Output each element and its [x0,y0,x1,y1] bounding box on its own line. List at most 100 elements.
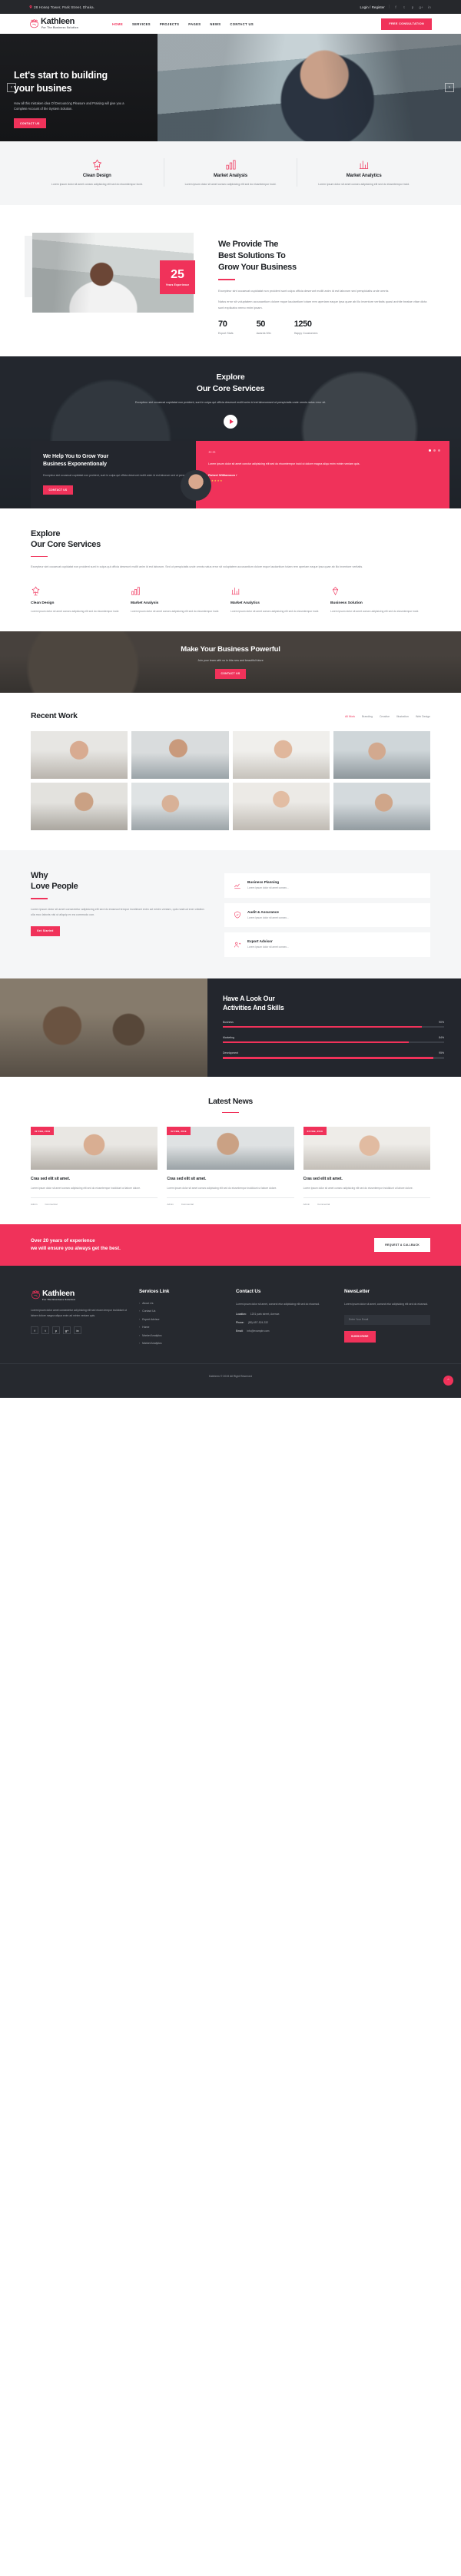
footer-logo[interactable]: Kathleen For The Business Solution [31,1289,127,1302]
video-title: Explore Our Core Services [0,372,461,393]
topbar-right: Login / Register | f t p g+ in [360,5,433,9]
service-card[interactable]: Market Analysis Lorem ipsum dolor sit am… [164,158,298,187]
facebook-icon[interactable]: f [31,1326,38,1335]
footer-newsletter-column: NewsLetter Lorem ipsum dolor sit amet, c… [344,1289,430,1346]
work-item[interactable] [31,730,128,779]
play-icon[interactable] [224,414,237,429]
testimonial-dots[interactable] [429,449,440,452]
title-underline [222,1111,239,1114]
testimonial-right-panel: ““ Lorem ipsum dolor sit amet conctur ad… [181,440,449,509]
login-register-link[interactable]: Login / Register [360,5,385,9]
skill-fill [223,1041,409,1044]
footer-columns: Kathleen For The Business Solution Lorem… [31,1289,430,1346]
core-service-item[interactable]: Business Solution Lorem ipsum dolor sit … [330,585,430,614]
powerful-contact-button[interactable]: CONTACT US [214,668,247,679]
work-item[interactable] [131,782,229,830]
phone-value[interactable]: (88)-657-524-332 [248,1321,268,1324]
service-card[interactable]: Market Analytics Lorem ipsum dolor sit a… [297,158,430,187]
footer-link-contact-us[interactable]: › Contact Us [139,1310,224,1313]
nav-item-services[interactable]: SERVICES [132,22,151,26]
hero-contact-button[interactable]: CONTACT US [14,118,46,129]
filter-illustration[interactable]: Illustration [396,715,409,718]
footer-link-market-analytics-2[interactable]: › Market Analytics [139,1342,224,1345]
footer-link-about-us[interactable]: › About Us [139,1302,224,1305]
slider-prev-arrow[interactable]: ‹ [7,83,16,92]
accordion-item[interactable]: Business Planning Lorem ipsum dolor sit … [224,872,430,898]
filter-creative[interactable]: Creative [380,715,390,718]
subscribe-button[interactable]: SUBSCRIBE [344,1330,376,1343]
pinterest-icon[interactable]: p [410,5,415,9]
testimonial-contact-button[interactable]: CONTACT US [43,485,73,495]
testimonial-author: Robert Williamson / [208,472,237,477]
core-service-title: Business Solution [330,601,363,606]
work-item[interactable] [31,782,128,830]
filter-web-design[interactable]: Web Design [416,715,430,718]
footer-link-market-analytics-1[interactable]: › Market Analytics [139,1334,224,1337]
skill-value: 84% [439,1036,444,1040]
accordion-item[interactable]: Export Advisor Lorem ipsum dolor sit ame… [224,932,430,957]
news-title: Cras sed elit sit amet. [167,1177,207,1182]
core-service-item[interactable]: Market Analysis Lorem ipsum dolor sit am… [131,585,230,614]
work-item[interactable] [333,730,430,779]
work-item[interactable] [131,730,229,779]
footer-link-home[interactable]: › Home [139,1326,224,1329]
slider-next-arrow[interactable]: › [445,83,454,92]
accordion-item[interactable]: Audit & Assurance Lorem ipsum dolor sit … [224,902,430,928]
news-date-badge: 02 FEB, 2019 [303,1127,327,1136]
back-to-top-icon[interactable]: ⌃ [443,1376,453,1386]
why-text: Lorem ipsum dolor sit amet consectetur a… [31,907,204,916]
market-analysis-icon [131,585,220,596]
nav-item-projects[interactable]: PROJECTS [160,22,179,26]
free-consultation-button[interactable]: FREE CONSULTATION [381,18,432,30]
title-underline [31,555,48,558]
get-started-button[interactable]: Get Started [31,925,60,936]
news-card[interactable]: 02 FEB, 2019 Cras sed elit sit amet. Lor… [31,1127,158,1206]
experience-number: 25 [171,267,184,281]
service-card-text: Lorem ipsum dolor sit amet consec adipis… [184,183,277,186]
news-card[interactable]: 02 FEB, 2019 Cras sed elit sit amet. Lor… [167,1127,294,1206]
service-card-text: Lorem ipsum dolor sit amet consec adipis… [318,183,410,186]
work-item[interactable] [333,782,430,830]
nav-item-contact-us[interactable]: CONTACT US [230,22,254,26]
about-paragraph-2: Natus error sit voluptatem accusantium d… [218,300,427,310]
google-plus-icon[interactable]: g+ [419,5,423,9]
why-accordion: Business Planning Lorem ipsum dolor sit … [224,870,430,957]
nav-item-news[interactable]: NEWS [210,22,221,26]
title-underline [31,897,48,899]
newsletter-email-input[interactable]: Enter Your Email [344,1314,430,1325]
chevron-right-icon: › [139,1310,141,1313]
pinterest-icon[interactable]: p [52,1326,60,1335]
request-callback-button[interactable]: REQUEST A CALLBACK [374,1237,430,1252]
email-value[interactable]: info@example.com [247,1329,269,1333]
why-title-line2: Love People [31,882,78,892]
linkedin-icon[interactable]: in [427,5,432,9]
clean-design-icon [41,158,153,171]
footer-link-label: Home [142,1326,150,1329]
callback-row: Over 20 years of experience we will ensu… [31,1237,430,1253]
core-service-title: Market Analytics [230,601,260,606]
twitter-icon[interactable]: t [41,1326,49,1335]
footer-logo-tagline: For The Business Solution [42,1298,76,1302]
linkedin-icon[interactable]: in [74,1326,81,1335]
address-text: 28 Hosep Tower, Park Street, Dhaka. [34,5,95,9]
twitter-icon[interactable]: t [402,5,406,9]
core-services-section: Explore Our Core Services Excepteur sint… [31,508,430,631]
footer-link-label: Market Analytics [142,1342,162,1346]
google-plus-icon[interactable]: g+ [63,1326,71,1335]
service-card[interactable]: Clean Design Lorem ipsum dolor sit amet … [31,158,164,187]
logo[interactable]: Kathleen For The Business Solution [29,18,78,29]
core-service-item[interactable]: Market Analytics Lorem ipsum dolor sit a… [230,585,330,614]
nav-item-home[interactable]: HOME [112,22,123,26]
location-pin-icon [29,5,32,8]
footer-link-expert-advisor[interactable]: › Expert Advisor [139,1318,224,1321]
filter-branding[interactable]: Branding [362,715,373,718]
core-service-item[interactable]: Clean Design Lorem ipsum dolor sit amet … [31,585,131,614]
work-item[interactable] [232,782,330,830]
callback-line2: we will ensure you always get the best. [31,1245,121,1251]
title-underline [218,279,235,280]
work-item[interactable] [232,730,330,779]
filter-all-work[interactable]: All Work [345,715,355,718]
facebook-icon[interactable]: f [393,5,398,9]
news-card[interactable]: 02 FEB, 2019 Cras sed elit sit amet. Lor… [303,1127,430,1206]
nav-item-pages[interactable]: PAGES [188,22,201,26]
